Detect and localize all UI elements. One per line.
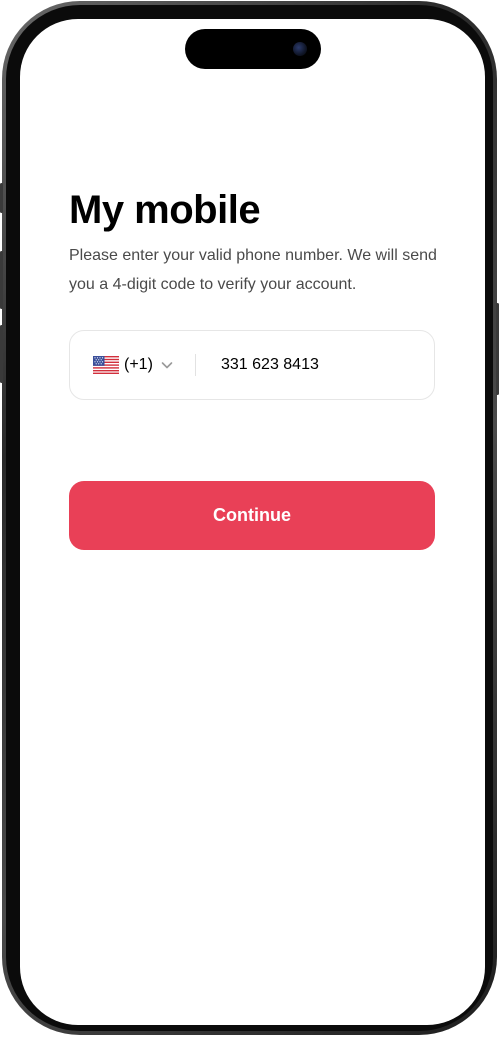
dial-code: (+1) bbox=[124, 356, 153, 373]
action-button bbox=[0, 183, 3, 213]
phone-number-field: (+1) bbox=[69, 330, 435, 400]
us-flag-icon bbox=[93, 356, 119, 374]
phone-frame: My mobile Please enter your valid phone … bbox=[0, 1, 499, 1035]
country-code-selector[interactable]: (+1) bbox=[93, 331, 174, 399]
volume-up-button bbox=[0, 251, 3, 309]
volume-down-button bbox=[0, 325, 3, 383]
phone-number-input[interactable] bbox=[221, 331, 421, 399]
power-button bbox=[496, 303, 499, 395]
app-screen: My mobile Please enter your valid phone … bbox=[20, 19, 485, 1025]
page-subtitle: Please enter your valid phone number. We… bbox=[69, 247, 437, 293]
continue-button[interactable]: Continue bbox=[69, 481, 435, 550]
front-camera-icon bbox=[293, 42, 307, 56]
field-divider bbox=[195, 354, 196, 376]
chevron-down-icon bbox=[161, 362, 173, 369]
dynamic-island bbox=[185, 29, 321, 69]
page-title: My mobile bbox=[69, 188, 261, 232]
